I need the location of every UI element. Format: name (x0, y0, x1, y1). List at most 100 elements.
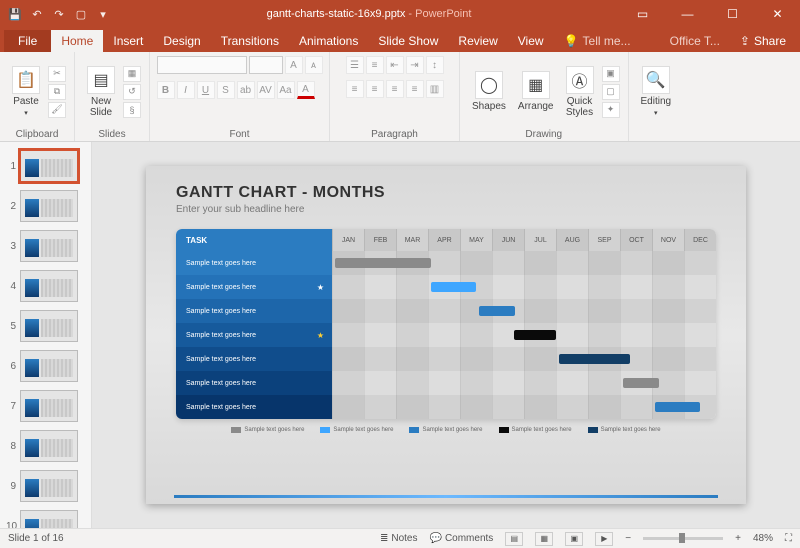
sorter-view-icon[interactable]: ▦ (535, 532, 553, 546)
arrange-button[interactable]: ▦Arrange (514, 69, 558, 114)
shape-outline-icon[interactable]: ▢ (602, 84, 620, 100)
task-label[interactable]: Sample text goes here (176, 395, 332, 419)
gantt-bar[interactable] (335, 258, 431, 268)
slide-title[interactable]: GANTT CHART - MONTHS (176, 184, 716, 202)
gantt-row[interactable]: Sample text goes here (176, 371, 716, 395)
spacing-button[interactable]: AV (257, 81, 275, 99)
section-icon[interactable]: § (123, 102, 141, 118)
gantt-bar[interactable] (514, 330, 556, 340)
slide-canvas[interactable]: GANTT CHART - MONTHS Enter your sub head… (146, 166, 746, 504)
line-spacing-icon[interactable]: ↕ (426, 56, 444, 74)
italic-button[interactable]: I (177, 81, 195, 99)
thumbnail[interactable] (20, 190, 78, 222)
thumbnail-row[interactable]: 9 (0, 468, 91, 504)
thumbnail[interactable] (20, 150, 78, 182)
thumbnail[interactable] (20, 230, 78, 262)
task-label[interactable]: Sample text goes here (176, 347, 332, 371)
thumbnail-row[interactable]: 3 (0, 228, 91, 264)
strike-button[interactable]: S (217, 81, 235, 99)
comments-button[interactable]: 💬 Comments (429, 533, 493, 544)
tab-animations[interactable]: Animations (289, 30, 368, 52)
maximize-icon[interactable]: ☐ (710, 0, 755, 28)
shadow-button[interactable]: ab (237, 81, 255, 99)
shape-effects-icon[interactable]: ✦ (602, 102, 620, 118)
tab-file[interactable]: File (4, 30, 51, 52)
decrease-indent-icon[interactable]: ⇤ (386, 56, 404, 74)
gantt-row[interactable]: Sample text goes here (176, 347, 716, 371)
thumbnail-row[interactable]: 4 (0, 268, 91, 304)
save-icon[interactable]: 💾 (8, 7, 22, 21)
font-family-input[interactable] (157, 56, 247, 74)
font-size-input[interactable] (249, 56, 283, 74)
bold-button[interactable]: B (157, 81, 175, 99)
slide-panel[interactable]: 1234567891011 (0, 142, 92, 528)
gantt-row[interactable]: Sample text goes here★ (176, 323, 716, 347)
task-label[interactable]: Sample text goes here★ (176, 275, 332, 299)
ribbon-display-icon[interactable]: ▭ (620, 0, 665, 28)
task-label[interactable]: Sample text goes here (176, 371, 332, 395)
slide-area[interactable]: GANTT CHART - MONTHS Enter your sub head… (92, 142, 800, 528)
zoom-level[interactable]: 48% (753, 533, 773, 544)
align-right-icon[interactable]: ≡ (386, 80, 404, 98)
gantt-row[interactable]: Sample text goes here★ (176, 275, 716, 299)
editing-button[interactable]: 🔍Editing▾ (637, 64, 676, 119)
thumbnail-row[interactable]: 1 (0, 148, 91, 184)
tab-slideshow[interactable]: Slide Show (368, 30, 448, 52)
zoom-out-icon[interactable]: − (625, 533, 631, 544)
task-label[interactable]: Sample text goes here (176, 299, 332, 323)
thumbnail-row[interactable]: 6 (0, 348, 91, 384)
gantt-bar[interactable] (655, 402, 700, 412)
thumbnail[interactable] (20, 350, 78, 382)
increase-font-icon[interactable]: A (285, 56, 303, 74)
thumbnail-row[interactable]: 5 (0, 308, 91, 344)
gantt-row[interactable]: Sample text goes here (176, 395, 716, 419)
gantt-bar[interactable] (559, 354, 630, 364)
layout-icon[interactable]: ▦ (123, 66, 141, 82)
case-button[interactable]: Aa (277, 81, 295, 99)
font-color-icon[interactable]: A (297, 81, 315, 99)
tab-review[interactable]: Review (448, 30, 507, 52)
quick-styles-button[interactable]: ⒶQuick Styles (562, 64, 598, 120)
columns-icon[interactable]: ▥ (426, 80, 444, 98)
justify-icon[interactable]: ≡ (406, 80, 424, 98)
paste-button[interactable]: 📋Paste▾ (8, 64, 44, 119)
gantt-chart[interactable]: TASKJANFEBMARAPRMAYJUNJULAUGSEPOCTNOVDEC… (176, 229, 716, 419)
thumbnail-row[interactable]: 10 (0, 508, 91, 528)
format-painter-icon[interactable]: 🖌 (48, 102, 66, 118)
normal-view-icon[interactable]: ▤ (505, 532, 523, 546)
start-slideshow-icon[interactable]: ▢ (74, 7, 88, 21)
tab-account[interactable]: Office T... (660, 30, 730, 52)
cut-icon[interactable]: ✂ (48, 66, 66, 82)
thumbnail[interactable] (20, 470, 78, 502)
underline-button[interactable]: U (197, 81, 215, 99)
thumbnail[interactable] (20, 270, 78, 302)
redo-icon[interactable]: ↷ (52, 7, 66, 21)
qat-more-icon[interactable]: ▾ (96, 7, 110, 21)
fit-slide-icon[interactable]: ⛶ (785, 533, 792, 544)
gantt-row[interactable]: Sample text goes here (176, 299, 716, 323)
gantt-bar[interactable] (623, 378, 659, 388)
thumbnail-row[interactable]: 8 (0, 428, 91, 464)
thumbnail[interactable] (20, 310, 78, 342)
zoom-in-icon[interactable]: + (735, 533, 741, 544)
tab-share[interactable]: ⇪Share (730, 30, 796, 52)
reading-view-icon[interactable]: ▣ (565, 532, 583, 546)
increase-indent-icon[interactable]: ⇥ (406, 56, 424, 74)
thumbnail[interactable] (20, 510, 78, 528)
slideshow-view-icon[interactable]: ▶ (595, 532, 613, 546)
shape-fill-icon[interactable]: ▣ (602, 66, 620, 82)
slide-subtitle[interactable]: Enter your sub headline here (176, 204, 716, 215)
zoom-slider[interactable] (643, 537, 723, 540)
task-label[interactable]: Sample text goes here★ (176, 323, 332, 347)
tab-home[interactable]: Home (51, 30, 103, 52)
gantt-bar[interactable] (479, 306, 515, 316)
notes-button[interactable]: ≣ Notes (380, 533, 418, 544)
tab-insert[interactable]: Insert (103, 30, 153, 52)
undo-icon[interactable]: ↶ (30, 7, 44, 21)
gantt-bar[interactable] (431, 282, 476, 292)
tab-transitions[interactable]: Transitions (211, 30, 289, 52)
reset-icon[interactable]: ↺ (123, 84, 141, 100)
minimize-icon[interactable]: — (665, 0, 710, 28)
shapes-button[interactable]: ◯Shapes (468, 69, 510, 114)
decrease-font-icon[interactable]: ᴀ (305, 56, 323, 74)
